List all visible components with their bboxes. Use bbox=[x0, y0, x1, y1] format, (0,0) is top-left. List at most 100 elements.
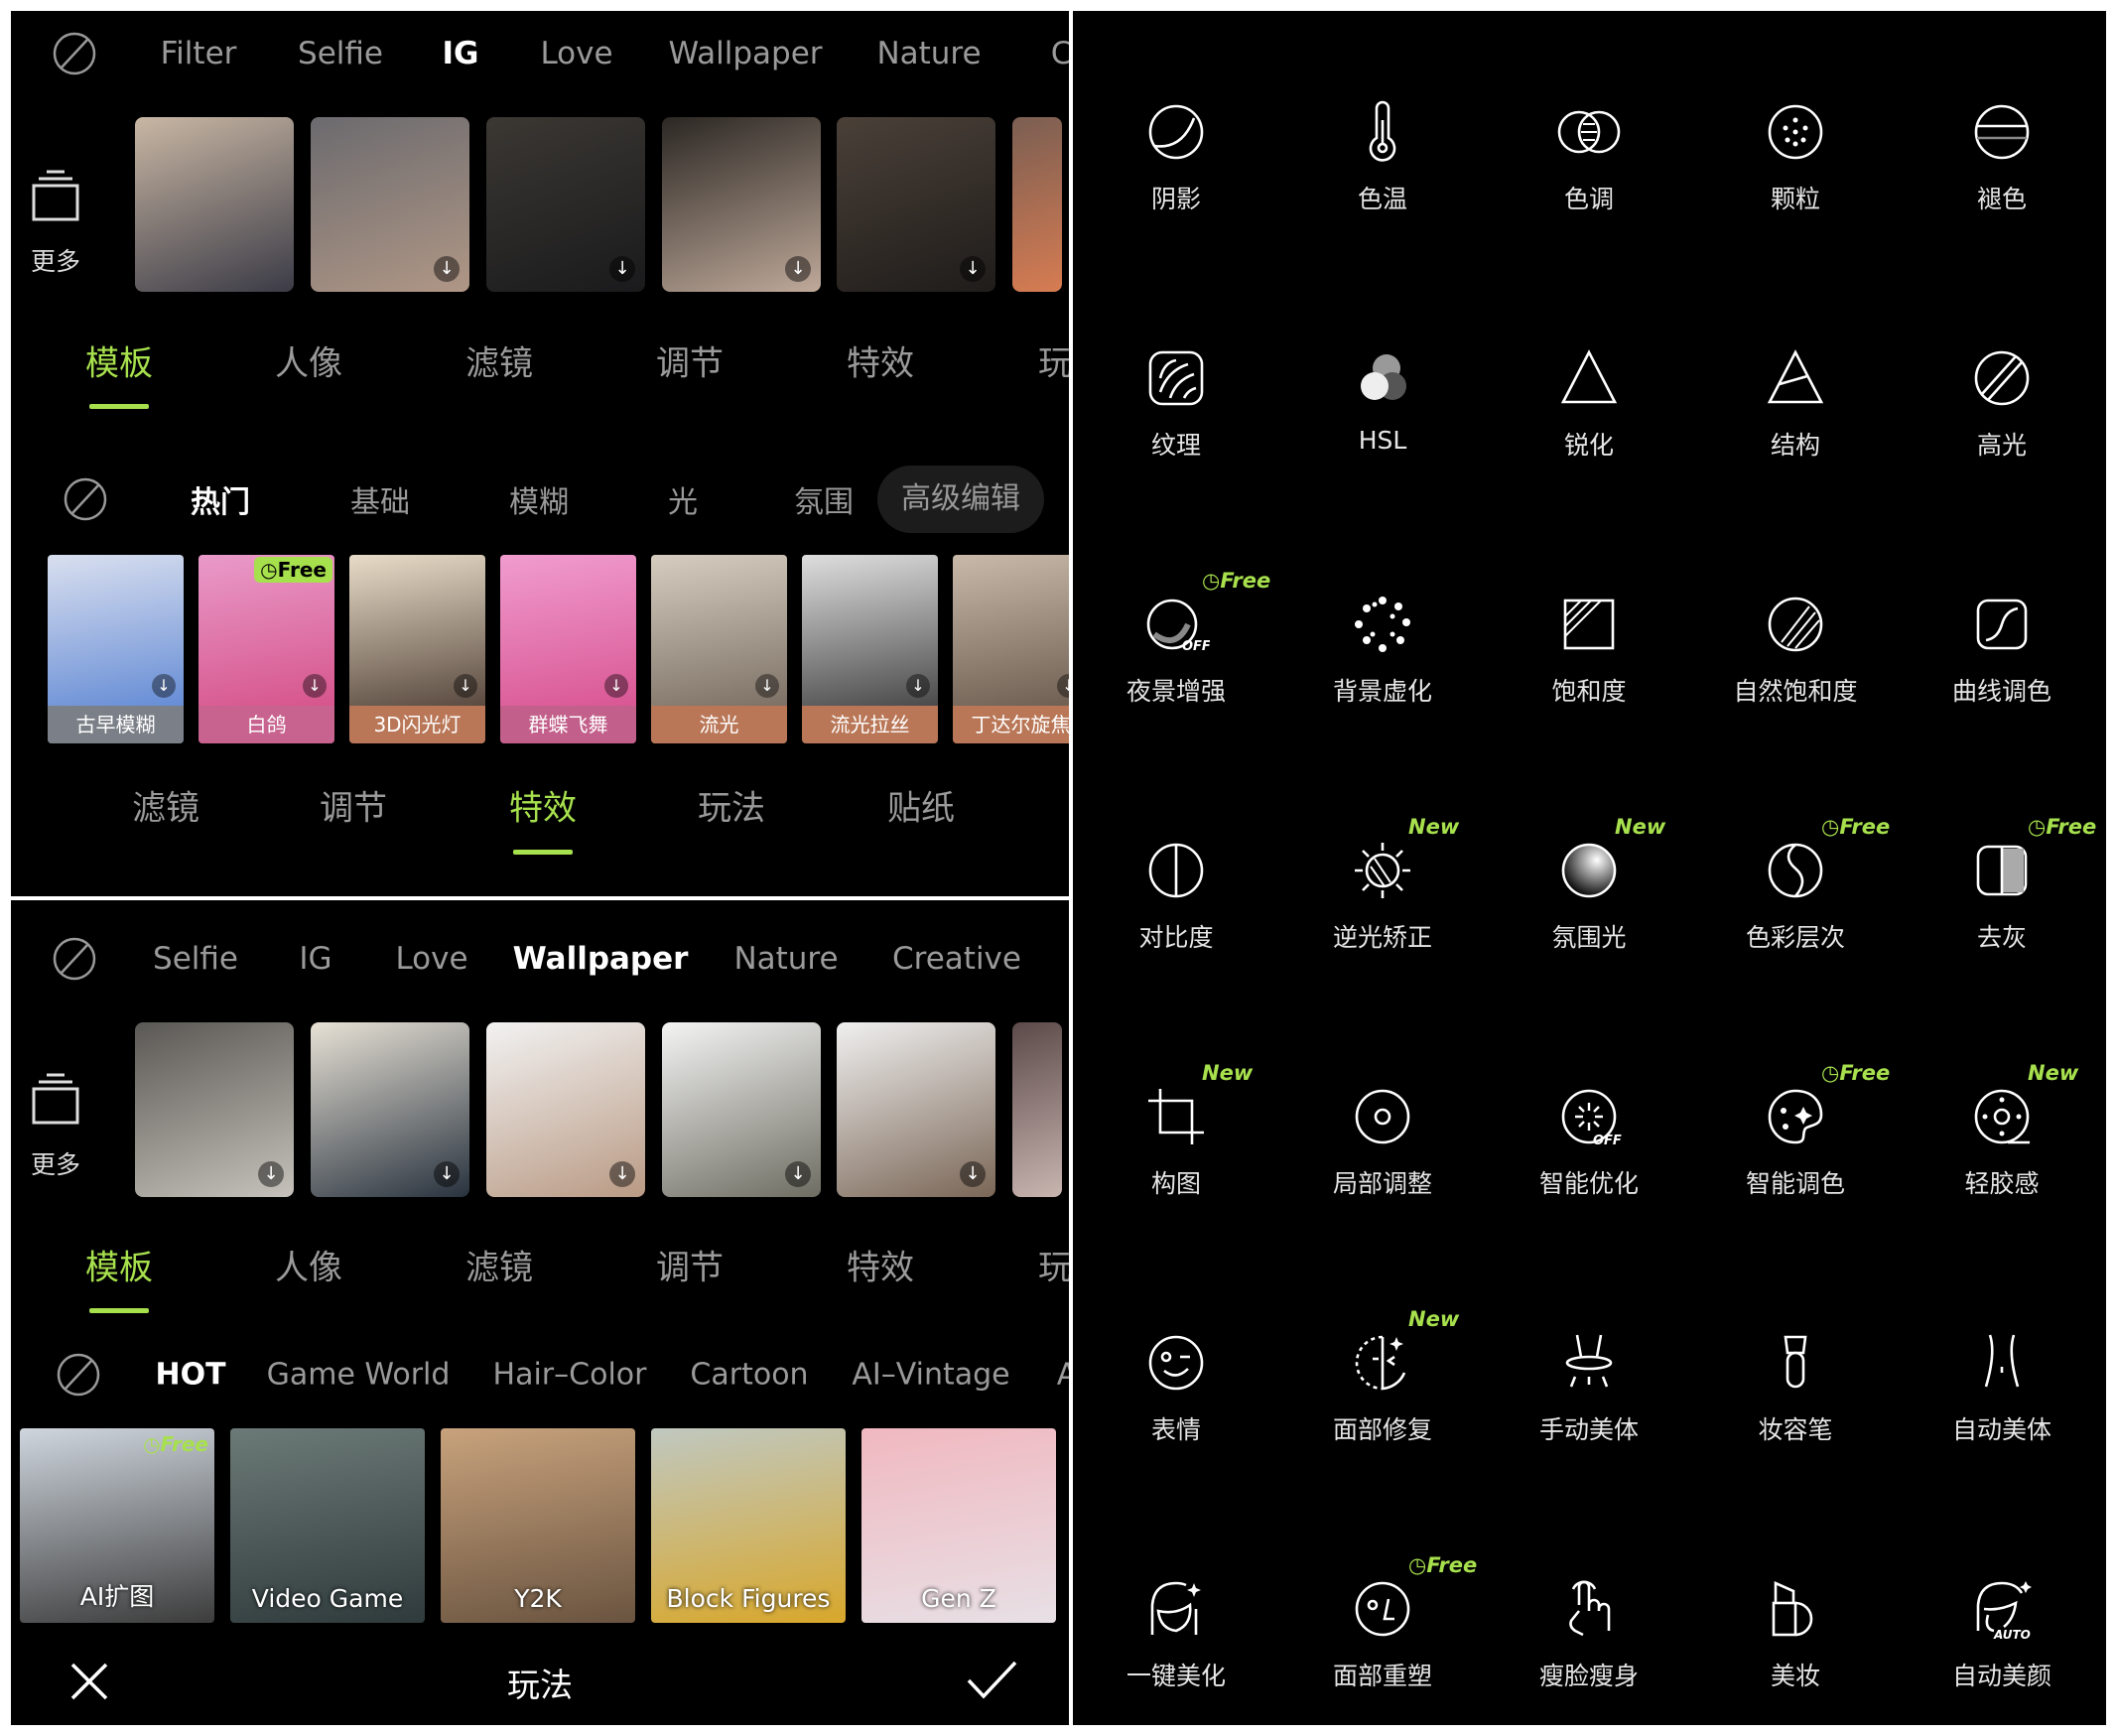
effect-category-tab[interactable]: 基础 bbox=[350, 477, 410, 521]
advanced-edit-button[interactable]: 高级编辑 bbox=[877, 466, 1044, 533]
category-tab-love[interactable]: Love bbox=[395, 941, 467, 977]
category-tab-love[interactable]: Love bbox=[540, 36, 612, 71]
category-tab-wallpaper[interactable]: Wallpaper bbox=[668, 36, 822, 71]
play-category-tab[interactable]: Cartoon bbox=[690, 1358, 808, 1393]
tool-body[interactable]: 手动美体 bbox=[1486, 1329, 1692, 1446]
tool-sharpen[interactable]: 锐化 bbox=[1486, 344, 1692, 462]
play-card[interactable]: Block Figures bbox=[651, 1428, 846, 1623]
template-thumbnail[interactable]: ↓ bbox=[837, 1022, 995, 1197]
play-card[interactable]: AI扩图 ◷Free bbox=[20, 1428, 214, 1623]
no-effect-icon[interactable] bbox=[63, 476, 108, 522]
main-tab[interactable]: 特效 bbox=[847, 336, 914, 385]
tool-makeup[interactable]: 美妆 bbox=[1692, 1575, 1899, 1692]
category-tab-ig[interactable]: IG bbox=[443, 36, 479, 71]
main-tab[interactable]: 滤镜 bbox=[465, 1241, 533, 1289]
effect-card[interactable]: ↓ 群蝶飞舞 bbox=[500, 555, 636, 743]
category-tab-creative[interactable]: Creative bbox=[892, 941, 1021, 977]
template-thumbnail[interactable]: ↓ bbox=[662, 1022, 821, 1197]
main-tab[interactable]: 人像 bbox=[275, 336, 342, 385]
tool-night[interactable]: OFF 夜景增强 ◷Free bbox=[1073, 569, 1279, 708]
tool-brush[interactable]: 妆容笔 bbox=[1692, 1329, 1899, 1446]
category-tab-cr[interactable]: Cr bbox=[1051, 36, 1069, 71]
effect-card[interactable]: ↓ 3D闪光灯 bbox=[349, 555, 485, 743]
main-tab[interactable]: 玩 bbox=[1038, 1241, 1069, 1289]
template-thumbnail[interactable]: ↓ bbox=[135, 1022, 294, 1197]
bottom-tab[interactable]: 滤镜 bbox=[132, 781, 199, 830]
tool-reshape[interactable]: 面部重塑 ◷Free bbox=[1279, 1553, 1486, 1692]
no-effect-icon[interactable] bbox=[56, 1352, 101, 1398]
main-tab[interactable]: 玩 bbox=[1038, 336, 1069, 385]
effect-category-tab[interactable]: 热门 bbox=[191, 477, 250, 521]
no-filter-icon[interactable] bbox=[52, 31, 97, 76]
play-category-tab[interactable]: AI–Vintage bbox=[852, 1358, 1009, 1393]
bottom-tab[interactable]: 贴纸 bbox=[887, 781, 955, 830]
category-tab-selfie[interactable]: Selfie bbox=[153, 941, 238, 977]
confirm-button[interactable] bbox=[964, 1655, 1019, 1704]
tool-grain[interactable]: 颗粒 bbox=[1692, 98, 1899, 215]
main-tab[interactable]: 特效 bbox=[847, 1241, 914, 1289]
tool-local[interactable]: 局部调整 bbox=[1279, 1083, 1486, 1200]
main-tab[interactable]: 滤镜 bbox=[465, 336, 533, 385]
tool-beautify[interactable]: 一键美化 bbox=[1073, 1575, 1279, 1692]
category-tab-ig[interactable]: IG bbox=[299, 941, 331, 977]
template-thumbnail[interactable]: ↓ bbox=[486, 117, 645, 292]
play-card[interactable]: Y2K bbox=[441, 1428, 635, 1623]
tool-film[interactable]: 轻胶感 New bbox=[1899, 1061, 2105, 1200]
tool-ambient[interactable]: 氛围光 New bbox=[1486, 815, 1692, 954]
effect-card[interactable]: ↓ 古早模糊 bbox=[48, 555, 184, 743]
tool-thermometer[interactable]: 色温 bbox=[1279, 98, 1486, 215]
category-tab-wallpaper[interactable]: Wallpaper bbox=[513, 941, 689, 977]
category-tab-nature[interactable]: Nature bbox=[876, 36, 981, 71]
main-tab[interactable]: 模板 bbox=[85, 1241, 153, 1289]
template-thumbnail[interactable] bbox=[1012, 1022, 1062, 1197]
effect-category-tab[interactable]: 氛围 bbox=[794, 477, 854, 521]
tool-expression[interactable]: 表情 bbox=[1073, 1329, 1279, 1446]
tool-slim[interactable]: 瘦脸瘦身 bbox=[1486, 1575, 1692, 1692]
category-tab-filter[interactable]: Filter bbox=[161, 36, 237, 71]
tool-color-layer[interactable]: 色彩层次 ◷Free bbox=[1692, 815, 1899, 954]
no-filter-icon[interactable] bbox=[52, 936, 97, 982]
tool-fade[interactable]: 褪色 bbox=[1899, 98, 2105, 215]
tool-face-repair[interactable]: 面部修复 New bbox=[1279, 1307, 1486, 1446]
bottom-tab[interactable]: 玩法 bbox=[698, 781, 765, 830]
play-category-tab[interactable]: A bbox=[1057, 1358, 1069, 1393]
template-thumbnail[interactable]: ↓ bbox=[311, 117, 469, 292]
main-tab[interactable]: 调节 bbox=[656, 336, 724, 385]
play-card[interactable]: Gen Z bbox=[861, 1428, 1056, 1623]
main-tab[interactable]: 模板 bbox=[85, 336, 153, 385]
tool-tone[interactable]: 色调 bbox=[1486, 98, 1692, 215]
effect-card[interactable]: ↓ 白鸽 ◷Free bbox=[198, 555, 334, 743]
template-thumbnail[interactable]: ↓ bbox=[486, 1022, 645, 1197]
effect-card[interactable]: ↓ 流光拉丝 bbox=[802, 555, 938, 743]
tool-smart[interactable]: OFF 智能优化 bbox=[1486, 1083, 1692, 1200]
category-tab-selfie[interactable]: Selfie bbox=[298, 36, 383, 71]
play-card[interactable]: Video Game bbox=[230, 1428, 425, 1623]
tool-palette[interactable]: 智能调色 ◷Free bbox=[1692, 1061, 1899, 1200]
main-tab[interactable]: 调节 bbox=[656, 1241, 724, 1289]
tool-vibrance[interactable]: 自然饱和度 bbox=[1692, 591, 1899, 708]
tool-auto-beauty[interactable]: AUTO 自动美颜 bbox=[1899, 1575, 2105, 1692]
play-category-tab[interactable]: HOT bbox=[155, 1358, 225, 1393]
tool-backlight[interactable]: 逆光矫正 New bbox=[1279, 815, 1486, 954]
template-thumbnail[interactable] bbox=[135, 117, 294, 292]
template-thumbnail[interactable] bbox=[1012, 117, 1062, 292]
template-thumbnail[interactable]: ↓ bbox=[837, 117, 995, 292]
template-thumbnail[interactable]: ↓ bbox=[311, 1022, 469, 1197]
bottom-tab[interactable]: 特效 bbox=[509, 781, 577, 830]
effect-card[interactable]: ↓ 流光 bbox=[651, 555, 787, 743]
tool-structure[interactable]: 结构 bbox=[1692, 344, 1899, 462]
effect-category-tab[interactable]: 光 bbox=[668, 477, 698, 521]
play-category-tab[interactable]: Game World bbox=[267, 1358, 451, 1393]
category-tab-nature[interactable]: Nature bbox=[733, 941, 838, 977]
tool-texture[interactable]: 纹理 bbox=[1073, 344, 1279, 462]
tool-auto-body[interactable]: 自动美体 bbox=[1899, 1329, 2105, 1446]
tool-bokeh[interactable]: 背景虚化 bbox=[1279, 591, 1486, 708]
effect-card[interactable]: ↓ 丁达尔旋焦 bbox=[953, 555, 1069, 743]
tool-highlight[interactable]: 高光 bbox=[1899, 344, 2105, 462]
tool-contrast[interactable]: 对比度 bbox=[1073, 837, 1279, 954]
tool-dehaze[interactable]: 去灰 ◷Free bbox=[1899, 815, 2105, 954]
tool-shadow[interactable]: 阴影 bbox=[1073, 98, 1279, 215]
tool-curve[interactable]: 曲线调色 bbox=[1899, 591, 2105, 708]
more-button[interactable]: 更多 bbox=[31, 1072, 80, 1181]
tool-hsl[interactable]: HSL bbox=[1279, 344, 1486, 455]
